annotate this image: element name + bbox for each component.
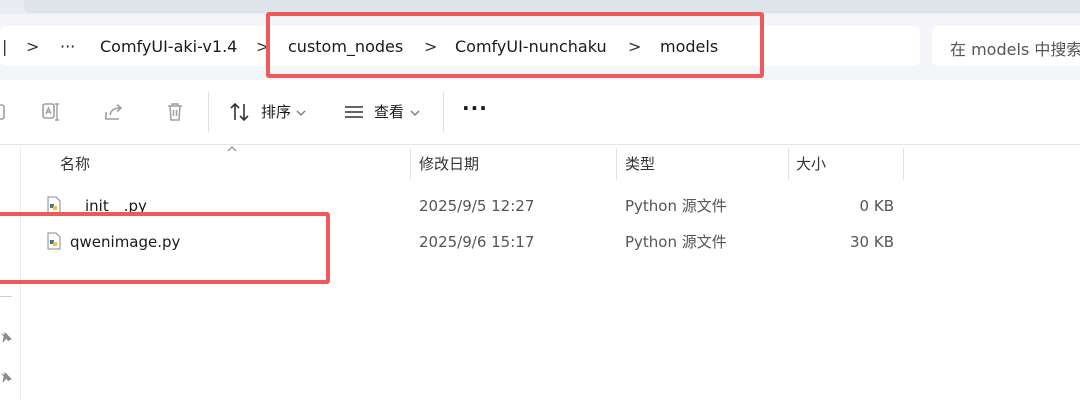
column-header-modified[interactable]: 修改日期	[419, 154, 479, 174]
sort-ascending-icon	[227, 146, 237, 152]
toolbar-divider	[208, 92, 209, 132]
search-placeholder: 在 models 中搜索	[950, 40, 1080, 59]
breadcrumb-partial-icon: |	[2, 37, 8, 56]
command-bar	[0, 80, 1080, 145]
pin-icon[interactable]	[0, 332, 12, 346]
breadcrumb-ellipsis[interactable]: ···	[60, 37, 75, 57]
column-divider[interactable]	[788, 148, 789, 180]
highlight-box-file	[0, 212, 330, 284]
chevron-right-icon: >	[26, 37, 40, 56]
breadcrumb-item-comfyui[interactable]: ComfyUI-aki-v1.4	[100, 37, 237, 57]
nav-divider	[0, 296, 12, 297]
rename-icon[interactable]	[40, 100, 64, 124]
file-modified: 2025/9/6 15:17	[419, 233, 535, 251]
toolbar-divider	[443, 92, 444, 132]
new-icon[interactable]	[0, 100, 10, 124]
column-header-name[interactable]: 名称	[60, 154, 90, 174]
share-icon[interactable]	[102, 100, 126, 124]
search-input[interactable]: 在 models 中搜索	[932, 26, 1080, 66]
sort-icon[interactable]	[228, 100, 252, 124]
column-header-size[interactable]: 大小	[796, 154, 826, 174]
highlight-box-breadcrumb	[266, 12, 764, 78]
column-divider[interactable]	[410, 148, 411, 180]
file-size: 0 KB	[859, 197, 894, 215]
column-divider[interactable]	[903, 148, 904, 180]
delete-icon[interactable]	[163, 100, 187, 124]
pin-icon[interactable]	[0, 372, 12, 386]
file-modified: 2025/9/5 12:27	[419, 197, 535, 215]
column-divider[interactable]	[616, 148, 617, 180]
file-size: 30 KB	[850, 233, 894, 251]
view-button[interactable]: 查看	[374, 102, 404, 122]
sort-button[interactable]: 排序	[261, 102, 291, 122]
file-type: Python 源文件	[625, 197, 727, 215]
more-options-icon[interactable]: ···	[462, 98, 488, 118]
column-header-type[interactable]: 类型	[625, 154, 655, 174]
chevron-down-icon[interactable]	[294, 100, 308, 124]
file-type: Python 源文件	[625, 233, 727, 251]
view-icon[interactable]	[342, 100, 366, 124]
chevron-down-icon[interactable]	[408, 100, 422, 124]
